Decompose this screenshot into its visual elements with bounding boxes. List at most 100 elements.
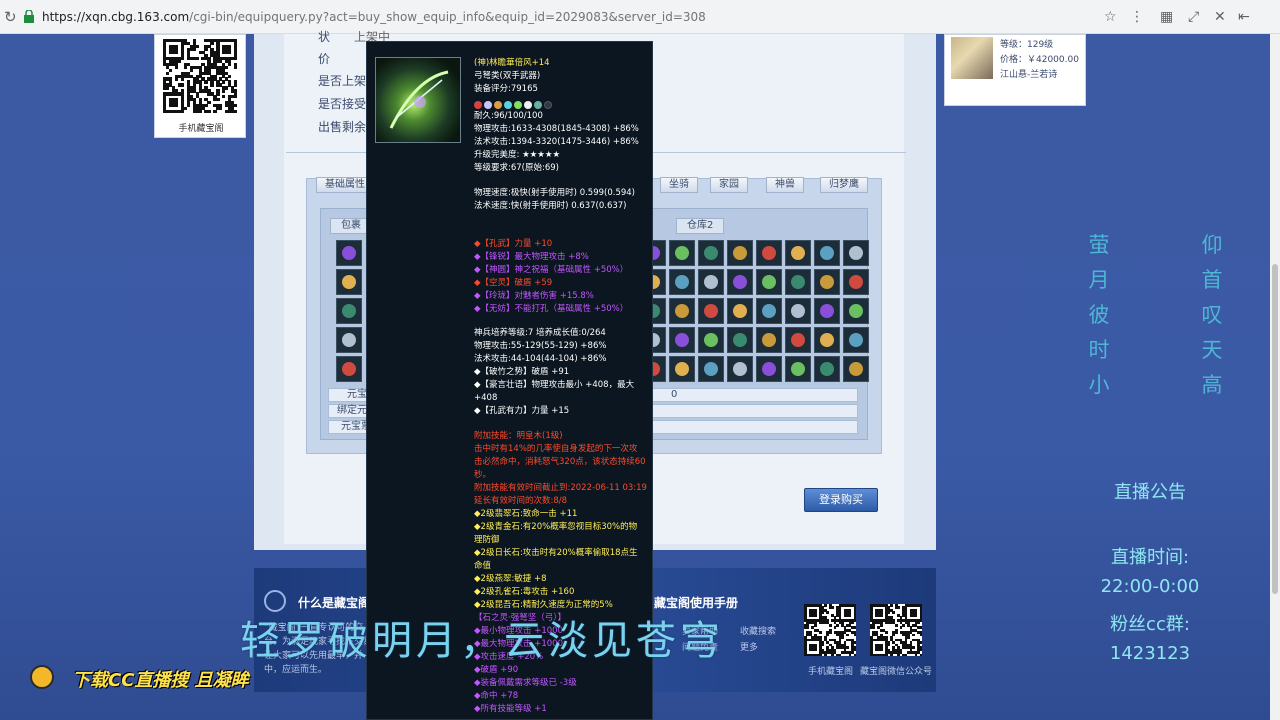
item-icon: [820, 362, 834, 376]
item-icon: [342, 362, 356, 376]
inventory-slot[interactable]: [814, 298, 840, 324]
inventory-slot[interactable]: [698, 240, 724, 266]
item-icon: [820, 275, 834, 289]
manual-link[interactable]: 收藏搜索: [740, 624, 776, 637]
inventory-slot[interactable]: [843, 240, 869, 266]
inventory-slot[interactable]: [843, 269, 869, 295]
inventory-slot[interactable]: [756, 298, 782, 324]
more-icon[interactable]: ⋮: [1130, 9, 1144, 25]
inventory-slot[interactable]: [336, 269, 362, 295]
inventory-slot[interactable]: [814, 269, 840, 295]
tab-beast[interactable]: 神兽: [766, 177, 804, 193]
item-icon: [762, 304, 776, 318]
tooltip-line: ◆2级日长石:攻击时有20%概率偷取18点生: [474, 548, 638, 558]
item-icon: [762, 246, 776, 260]
item-icon: [791, 246, 805, 260]
tooltip-line: ◆【破竹之势】破盾 +91: [474, 367, 570, 377]
inventory-slot[interactable]: [814, 356, 840, 382]
scrollbar[interactable]: [1270, 34, 1280, 720]
inventory-slot[interactable]: [336, 298, 362, 324]
inventory-slot[interactable]: [843, 356, 869, 382]
inventory-slot[interactable]: [669, 269, 695, 295]
login-buy-button[interactable]: 登录购买: [804, 488, 878, 512]
tooltip-line: 法术攻击:1394-3320(1475-3446) +86%: [474, 137, 639, 147]
item-icon: [733, 275, 747, 289]
inventory-slot[interactable]: [756, 240, 782, 266]
reload-icon[interactable]: ↻: [4, 8, 17, 26]
tab-warehouse2[interactable]: 仓库2: [676, 218, 725, 234]
manual-link[interactable]: 更多: [740, 640, 758, 653]
address-bar[interactable]: https://xqn.cbg.163.com/cgi-bin/equipque…: [42, 10, 706, 24]
item-icon: [675, 275, 689, 289]
tooltip-line: 等级要求:67(原始:69): [474, 163, 559, 173]
inventory-slot[interactable]: [756, 269, 782, 295]
cc-logo-icon: [30, 665, 54, 689]
mobile-cbg-qr-widget[interactable]: 手机藏宝阁: [154, 34, 246, 138]
inventory-slot[interactable]: [785, 298, 811, 324]
item-icon: [675, 333, 689, 347]
tab-last[interactable]: 归梦鹰: [820, 177, 868, 193]
inventory-slot[interactable]: [727, 269, 753, 295]
item-icon: [704, 304, 718, 318]
inventory-slot[interactable]: [669, 240, 695, 266]
inventory-slot[interactable]: [785, 356, 811, 382]
tooltip-line: ◆【锋锐】最大物理攻击 +8%: [474, 252, 589, 262]
tooltip-line: 装备评分:79165: [474, 84, 538, 94]
tooltip-line: 击中时有14%的几率使自身发起的下一次攻: [474, 444, 638, 454]
tooltip-line: ◆【孔武】力量 +10: [474, 239, 553, 249]
inventory-slot[interactable]: [843, 298, 869, 324]
item-icon: [820, 304, 834, 318]
onsale-label: 是否上架: [318, 74, 367, 88]
inventory-slot[interactable]: [336, 240, 362, 266]
inventory-slot[interactable]: [698, 327, 724, 353]
inventory-slot[interactable]: [785, 240, 811, 266]
inventory-slot[interactable]: [698, 356, 724, 382]
seller-price: 价格：￥42000.00: [1000, 55, 1079, 65]
item-icon: [762, 275, 776, 289]
extensions-icon[interactable]: ▦: [1160, 9, 1173, 25]
inventory-slot[interactable]: [756, 356, 782, 382]
tooltip-line: ◆【豪言壮语】物理攻击最小 +408，最大: [474, 380, 635, 390]
bow-weapon-icon: [375, 57, 461, 143]
inventory-slot[interactable]: [336, 356, 362, 382]
item-icon: [342, 246, 356, 260]
item-icon: [820, 246, 834, 260]
item-icon: [791, 362, 805, 376]
inventory-slot[interactable]: [843, 327, 869, 353]
tooltip-line: 理防御: [474, 535, 500, 545]
qr-caption: 藏宝阁微信公众号: [860, 667, 933, 677]
inventory-slot[interactable]: [785, 327, 811, 353]
item-icon: [733, 333, 747, 347]
inventory-slot[interactable]: [814, 240, 840, 266]
inventory-slot[interactable]: [756, 327, 782, 353]
scrollbar-thumb[interactable]: [1272, 264, 1278, 594]
tab-home[interactable]: 家园: [710, 177, 748, 193]
qr-code-icon: [804, 604, 857, 657]
tooltip-line: ◆命中 +78: [474, 691, 519, 701]
inventory-slot[interactable]: [698, 269, 724, 295]
close-icon[interactable]: ✕: [1214, 9, 1226, 25]
inventory-slot[interactable]: [785, 269, 811, 295]
gem-icon: [544, 101, 552, 109]
inventory-slot[interactable]: [669, 298, 695, 324]
inventory-slot[interactable]: [727, 240, 753, 266]
tooltip-line: ◆【玲珑】对魅者伤害 +15.8%: [474, 291, 594, 301]
inventory-slot[interactable]: [698, 298, 724, 324]
tab-mount[interactable]: 坐骑: [660, 177, 698, 193]
inventory-slot[interactable]: [727, 298, 753, 324]
inventory-slot[interactable]: [669, 327, 695, 353]
pin-icon[interactable]: ⤢: [1188, 9, 1199, 25]
item-icon: [849, 362, 863, 376]
avatar: [951, 37, 993, 79]
inventory-slot[interactable]: [669, 356, 695, 382]
tooltip-line: ◆2级燕翠:敏捷 +8: [474, 574, 547, 584]
inventory-slot[interactable]: [336, 327, 362, 353]
inventory-slot[interactable]: [727, 327, 753, 353]
inventory-slot[interactable]: [814, 327, 840, 353]
seller-card[interactable]: 等级：129级 价格：￥42000.00 江山悬-兰若诗: [944, 34, 1086, 106]
back-icon[interactable]: ⇤: [1238, 9, 1250, 25]
bookmark-star-icon[interactable]: ☆: [1104, 9, 1117, 25]
qr-code-icon: [870, 604, 923, 657]
tooltip-line: ◆【神圆】神之祝福（基础属性 +50%）: [474, 265, 629, 275]
inventory-slot[interactable]: [727, 356, 753, 382]
